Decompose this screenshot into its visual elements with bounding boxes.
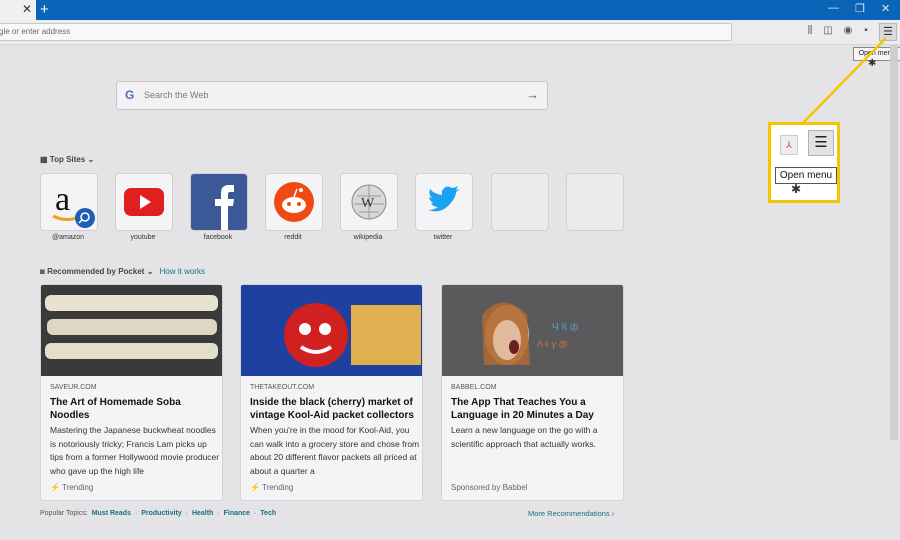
open-menu-tooltip-zoomed: Open menu <box>775 167 837 184</box>
open-menu-button-zoomed[interactable]: ☰ <box>808 130 834 156</box>
settings-gear-icon: ✱ <box>791 182 802 196</box>
zoom-callout: ⅄ ☰ Open menu ✱ <box>768 122 840 203</box>
pdf-icon: ⅄ <box>780 135 798 155</box>
callout-pointer-line <box>801 37 887 125</box>
